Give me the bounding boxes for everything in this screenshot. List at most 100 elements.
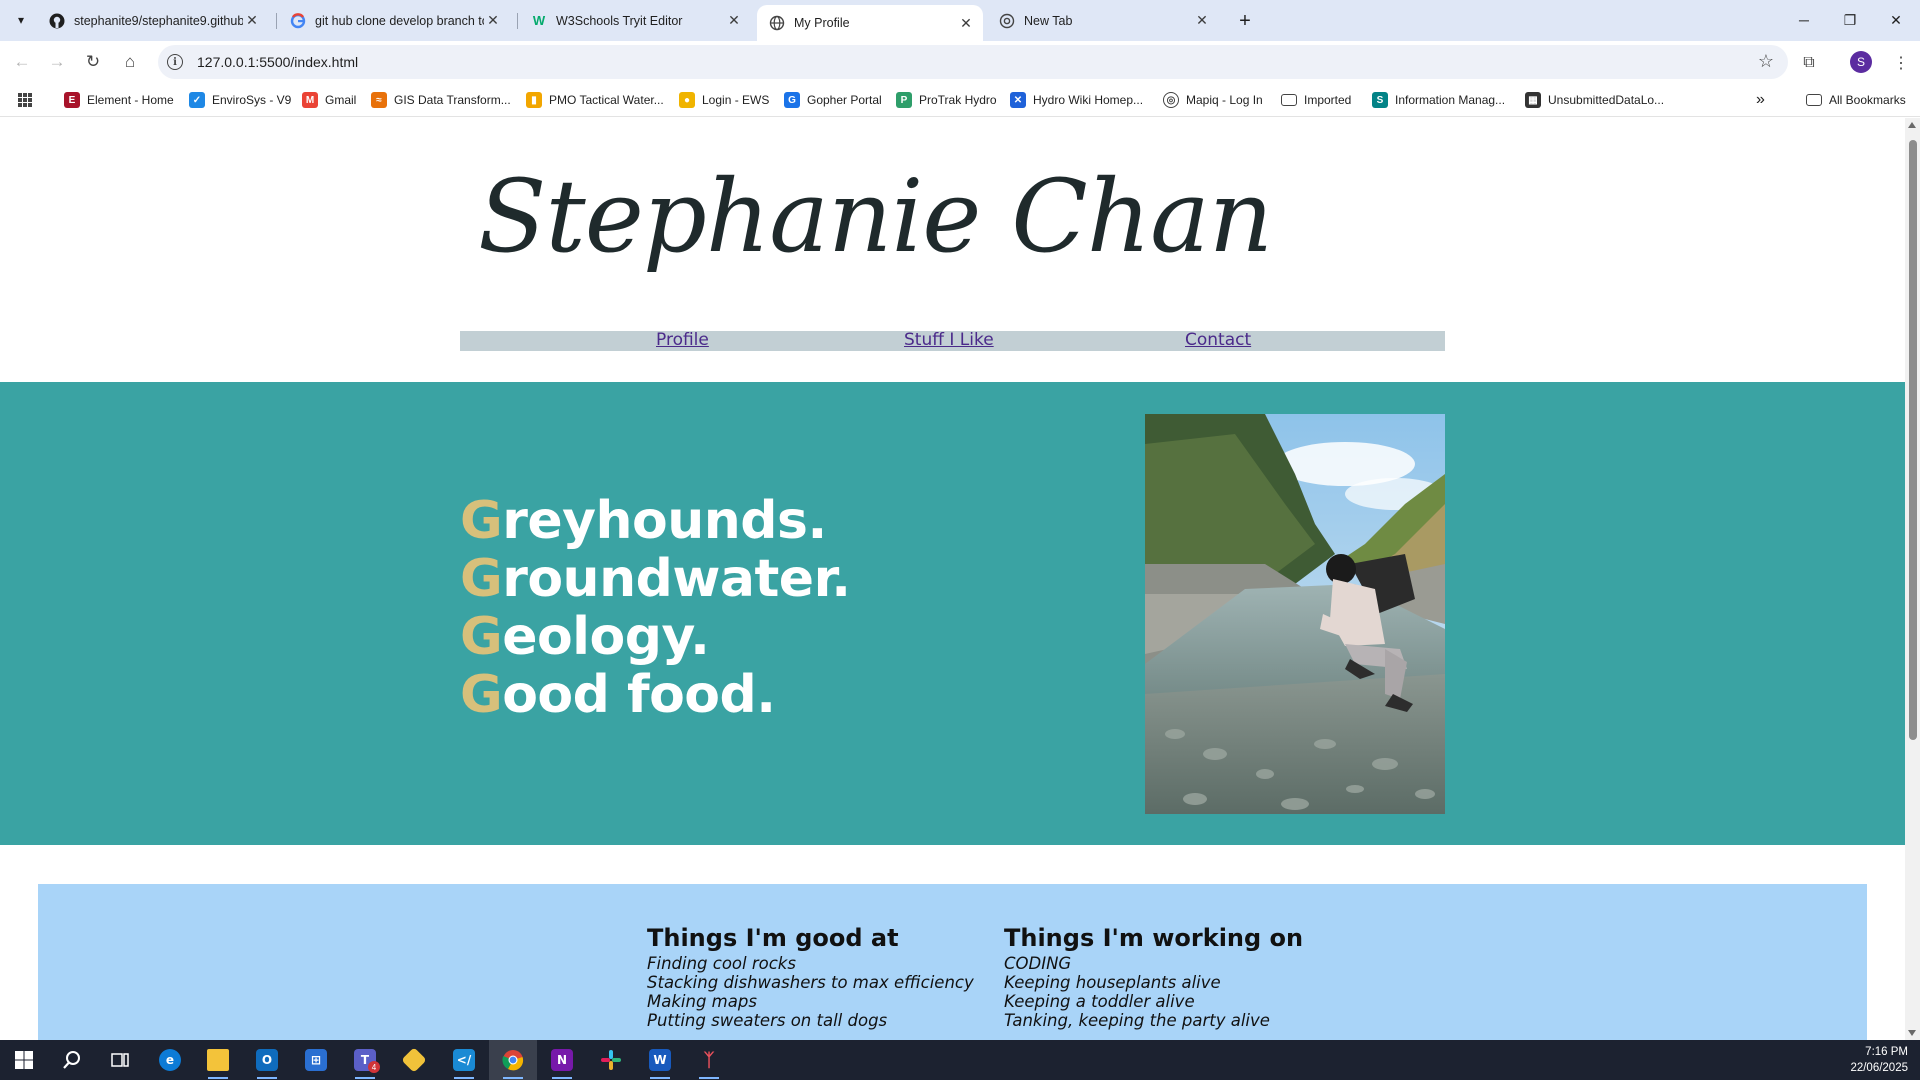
word-icon[interactable]: W [636,1040,684,1080]
address-bar[interactable]: i 127.0.0.1:5500/index.html ☆ [158,45,1788,79]
element-icon: E [64,92,80,108]
task-view-icon[interactable] [96,1040,144,1080]
tab-divider [517,13,518,29]
url-text[interactable]: 127.0.0.1:5500/index.html [197,54,358,70]
bookmark-item[interactable]: Imported [1281,90,1351,110]
bookmark-item[interactable]: ◎ Mapiq - Log In [1163,90,1263,110]
close-icon[interactable]: ✕ [1193,12,1211,30]
search-icon[interactable] [48,1040,96,1080]
protrak-icon: P [896,92,912,108]
kebab-menu-icon[interactable]: ⋮ [1888,50,1914,76]
hero-tagline: Greyhounds. Groundwater. Geology. Good f… [460,492,851,724]
bookmark-item[interactable]: ≈ GIS Data Transform... [371,90,511,110]
hero-line: Geology. [460,608,851,666]
all-bookmarks-label: All Bookmarks [1829,93,1906,107]
site-info-icon[interactable]: i [167,54,183,70]
tab-search-chevron-icon[interactable]: ▾ [9,8,33,32]
clock-date: 22/06/2025 [1850,1062,1908,1074]
git-icon[interactable] [390,1040,438,1080]
working-on-item: Keeping houseplants alive [1004,973,1221,992]
tab-title: My Profile [794,16,850,30]
site-title: Stephanie Chan [478,158,1273,275]
tab-my-profile[interactable]: My Profile ✕ [757,5,983,41]
all-bookmarks[interactable]: All Bookmarks [1806,90,1906,110]
bookmark-item[interactable]: ✕ Hydro Wiki Homep... [1010,90,1143,110]
minimize-icon[interactable]: ─ [1781,0,1827,40]
tab-title: W3Schools Tryit Editor [556,13,683,28]
nav-link-contact[interactable]: Contact [1185,331,1251,350]
more-bookmarks-chevron-icon[interactable]: » [1756,90,1765,110]
restore-icon[interactable]: ❐ [1827,0,1873,40]
bookmark-item[interactable]: ● Login - EWS [679,90,769,110]
bookmark-label: Gopher Portal [807,93,882,107]
bookmark-item[interactable]: ✓ EnviroSys - V9 [189,90,291,110]
teams-icon[interactable]: T4 [341,1040,389,1080]
hero-line: Greyhounds. [460,492,851,550]
ews-icon: ● [679,92,695,108]
bookmark-star-icon[interactable]: ☆ [1758,51,1774,72]
bookmark-item[interactable]: P ProTrak Hydro [896,90,997,110]
chrome-taskbar-icon[interactable] [489,1040,537,1080]
report-icon: ▦ [1525,92,1541,108]
arcgis-pro-icon[interactable]: ᛉ [685,1040,733,1080]
window-close-icon[interactable]: ✕ [1873,0,1919,40]
w3schools-icon: W [532,13,546,28]
working-on-item: Keeping a toddler alive [1004,992,1195,1011]
scroll-down-arrow-icon[interactable] [1908,1030,1916,1036]
good-at-item: Putting sweaters on tall dogs [647,1011,888,1030]
extensions-icon[interactable]: ⧉ [1796,50,1822,76]
outlook-icon[interactable]: O [243,1040,291,1080]
hero-section: Greyhounds. Groundwater. Geology. Good f… [0,382,1905,845]
apps-grid-icon[interactable] [17,90,33,110]
page-scrollbar[interactable] [1905,118,1920,1040]
close-icon[interactable]: ✕ [725,12,743,30]
tab-w3schools[interactable]: W W3Schools Tryit Editor ✕ [519,5,751,36]
back-arrow-icon[interactable]: ← [8,48,36,76]
profile-avatar[interactable]: S [1850,51,1872,73]
file-explorer-icon[interactable] [194,1040,242,1080]
good-at-item: Stacking dishwashers to max efficiency [647,973,974,992]
windows-start-icon[interactable] [0,1040,48,1080]
reload-icon[interactable]: ↻ [79,48,107,76]
scrollbar-thumb[interactable] [1909,140,1917,740]
gis-icon: ≈ [371,92,387,108]
bookmark-item[interactable]: E Element - Home [64,90,174,110]
vscode-icon[interactable]: </ [440,1040,488,1080]
nav-link-profile[interactable]: Profile [656,331,709,350]
bookmark-item[interactable]: ▦ UnsubmittedDataLo... [1525,90,1664,110]
bookmark-item[interactable]: ▮ PMO Tactical Water... [526,90,664,110]
forward-arrow-icon[interactable]: → [43,48,71,76]
bookmark-item[interactable]: S Information Manag... [1372,90,1505,110]
slack-icon[interactable] [587,1040,635,1080]
tab-divider [276,13,277,29]
folder-icon [1806,94,1822,106]
onenote-icon[interactable]: N [538,1040,586,1080]
tab-new-tab[interactable]: New Tab ✕ [987,5,1219,36]
system-clock[interactable]: 7:16 PM 22/06/2025 [1850,1044,1908,1076]
close-icon[interactable]: ✕ [957,14,975,32]
edge-icon[interactable]: e [146,1040,194,1080]
windows-taskbar: e O ⊞ T4 </ N W ᛉ 7:16 PM 22/06/2025 [0,1040,1920,1080]
hero-word: reyhounds. [502,491,827,551]
scroll-up-arrow-icon[interactable] [1908,122,1916,128]
bookmark-label: PMO Tactical Water... [549,93,664,107]
tab-github[interactable]: stephanite9/stephanite9.github.io ✕ [37,5,269,36]
close-icon[interactable]: ✕ [484,12,502,30]
gmail-icon: M [302,92,318,108]
home-icon[interactable]: ⌂ [116,48,144,76]
bookmark-item[interactable]: G Gopher Portal [784,90,882,110]
hero-line: Groundwater. [460,550,851,608]
nav-link-stuff-i-like[interactable]: Stuff I Like [904,331,994,350]
tab-google-search[interactable]: git hub clone develop branch to ✕ [278,5,510,36]
bookmark-label: Element - Home [87,93,174,107]
tab-title: git hub clone develop branch to [315,13,484,28]
store-icon[interactable]: ⊞ [292,1040,340,1080]
good-at-column: Things I'm good at Finding cool rocks St… [647,924,974,1030]
tab-title: stephanite9/stephanite9.github.io [74,13,243,28]
close-icon[interactable]: ✕ [243,12,261,30]
teams-notification-badge: 4 [368,1061,380,1073]
bookmark-item[interactable]: M Gmail [302,90,356,110]
new-tab-plus-icon[interactable]: + [1232,8,1258,34]
hero-line: Good food. [460,666,851,724]
bookmark-label: ProTrak Hydro [919,93,997,107]
